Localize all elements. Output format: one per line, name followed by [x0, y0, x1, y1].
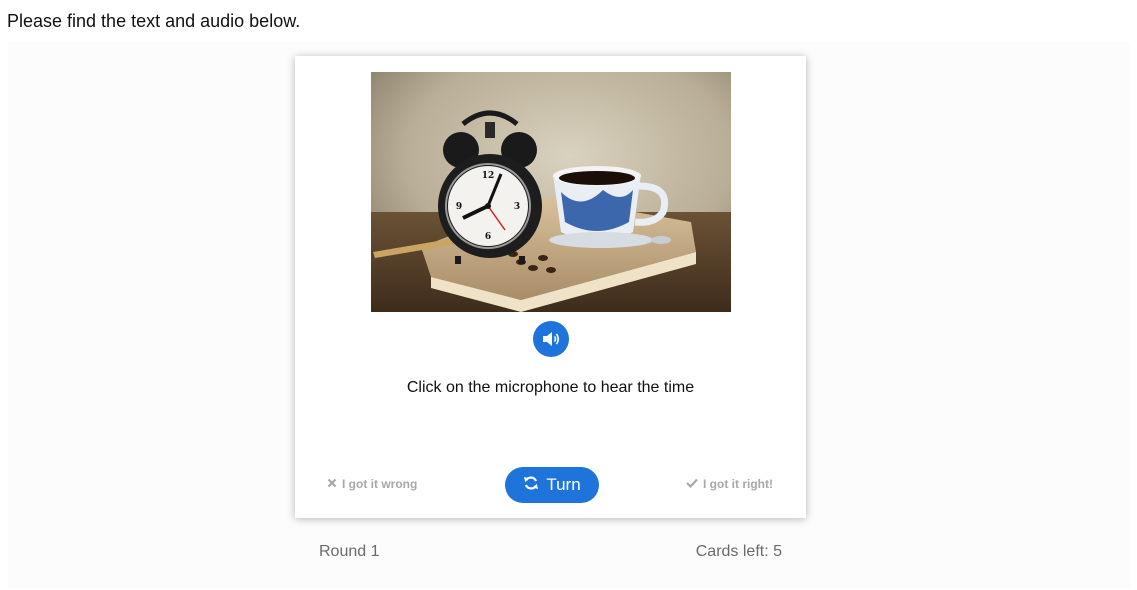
svg-text:12: 12	[482, 171, 495, 181]
turn-label: Turn	[546, 475, 581, 494]
got-it-wrong-label: I got it wrong	[342, 477, 418, 491]
got-it-right-label: I got it right!	[703, 477, 773, 491]
intro-text: Please find the text and audio below.	[7, 11, 301, 31]
card-image: 12 3 6 9	[371, 72, 731, 312]
got-it-right-button[interactable]: I got it right!	[686, 477, 773, 491]
check-icon	[686, 477, 698, 491]
svg-text:6: 6	[485, 232, 491, 242]
turn-button[interactable]: Turn	[505, 467, 599, 503]
round-indicator: Round 1	[319, 543, 380, 560]
card-instruction-text: Click on the microphone to hear the time	[406, 379, 695, 396]
svg-text:3: 3	[514, 202, 520, 212]
x-icon	[327, 477, 337, 491]
flashcard: 12 3 6 9 Click on the microphone to hear…	[295, 56, 806, 518]
cards-left-counter: Cards left: 5	[695, 543, 782, 560]
svg-text:9: 9	[456, 202, 462, 212]
speaker-icon	[543, 332, 560, 346]
got-it-wrong-button[interactable]: I got it wrong	[327, 477, 417, 491]
play-audio-button[interactable]	[533, 321, 569, 357]
refresh-icon	[523, 475, 539, 496]
